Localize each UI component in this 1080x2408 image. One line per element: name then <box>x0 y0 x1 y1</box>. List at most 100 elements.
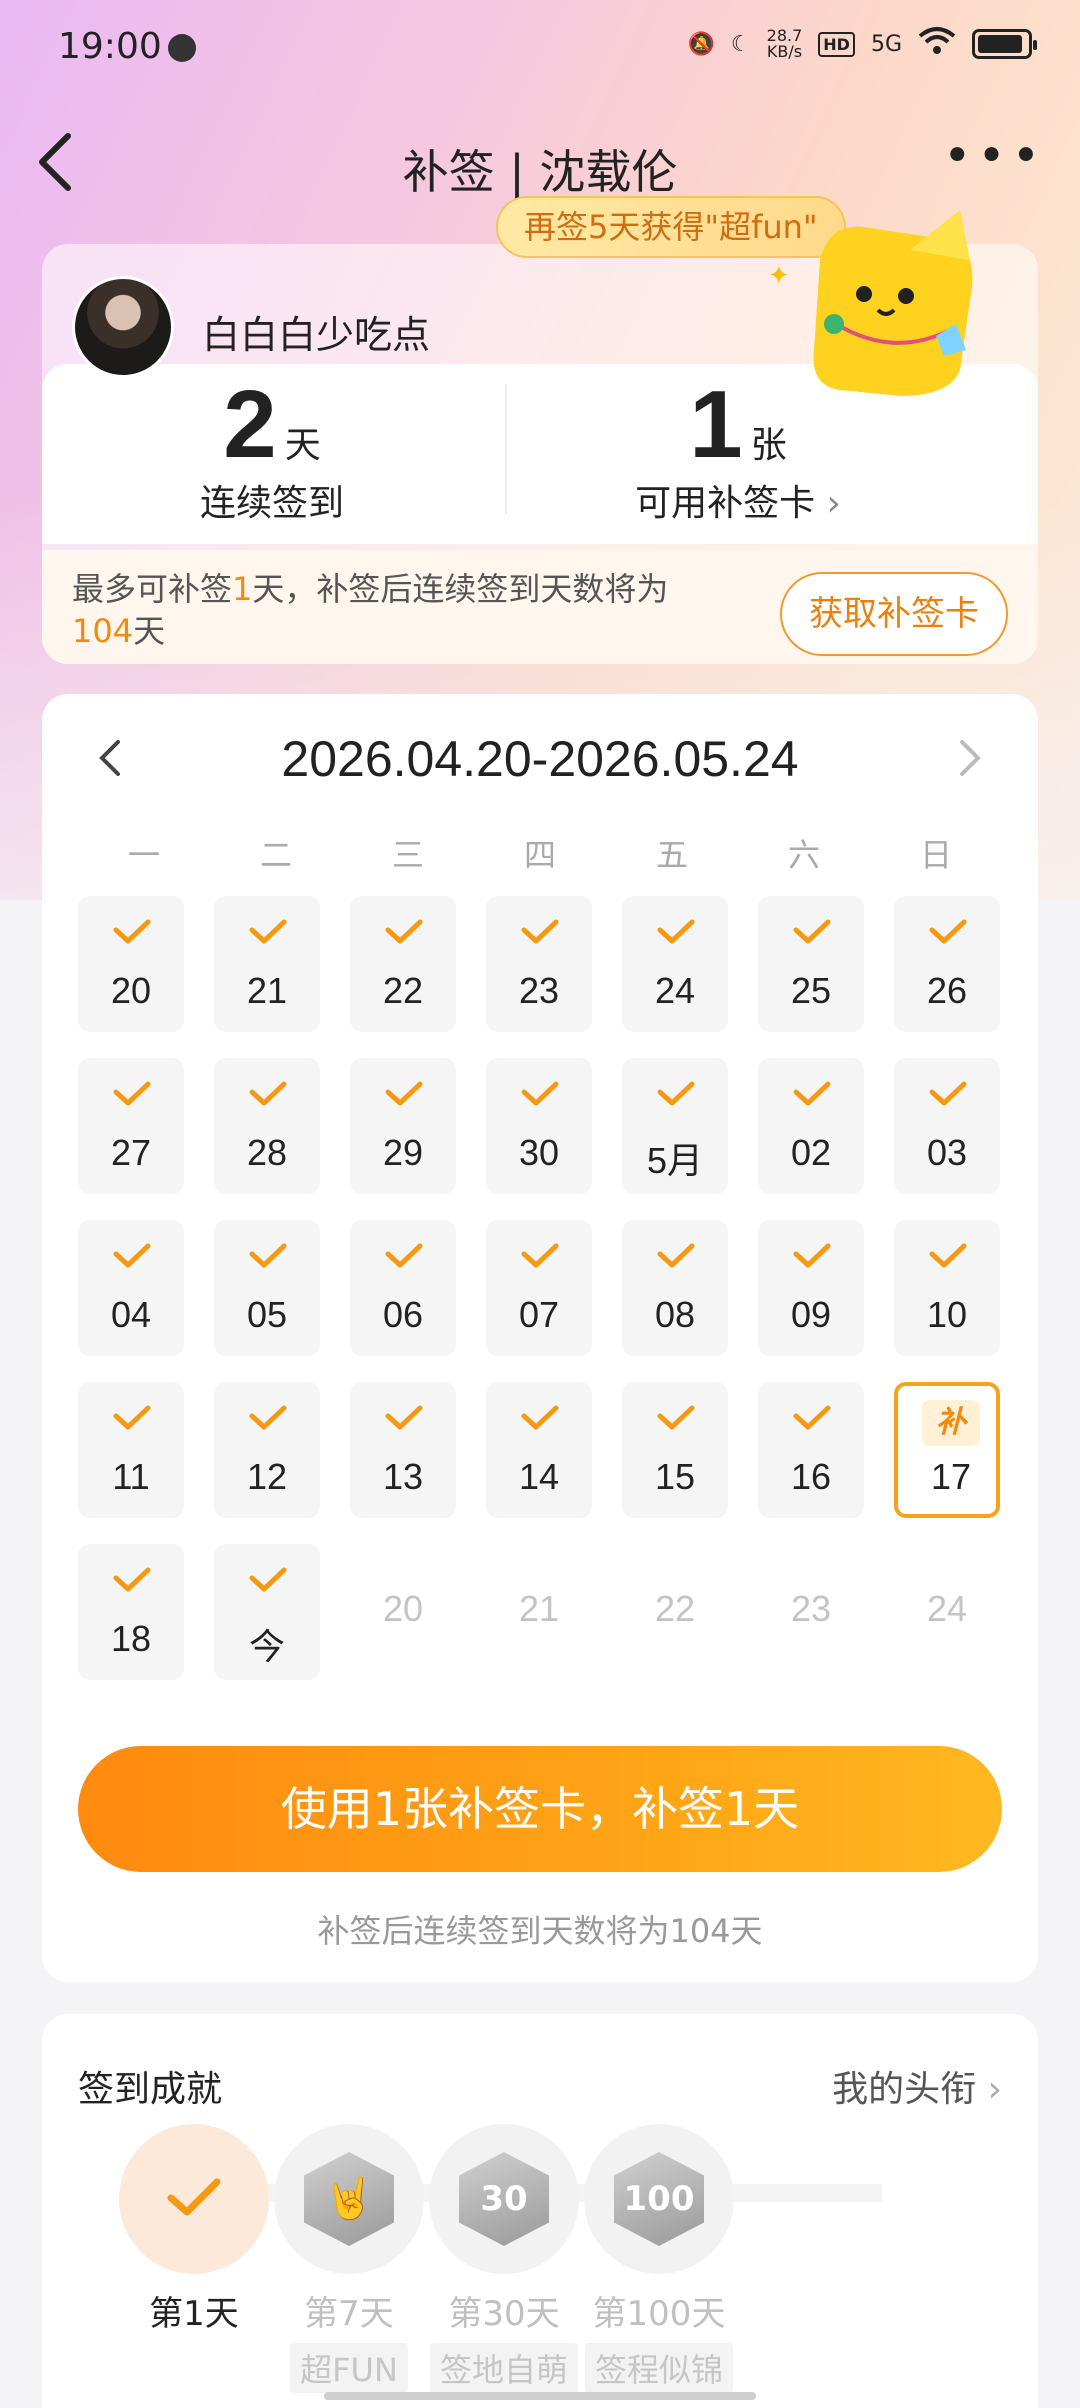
achievement-medal-icon: 30 <box>459 2152 549 2246</box>
my-titles-link[interactable]: 我的头衔 › <box>832 2060 1002 2112</box>
get-makeup-card-button[interactable]: 获取补签卡 <box>780 572 1008 656</box>
username: 白白白少吃点 <box>202 313 431 357</box>
calendar-day-future: 24 <box>894 1544 1000 1680</box>
calendar-day-label: 12 <box>246 1456 288 1497</box>
calendar-day-label: 15 <box>654 1456 696 1497</box>
calendar-day-label: 09 <box>790 1294 832 1335</box>
calendar-day-signed[interactable]: 06 <box>350 1220 456 1356</box>
calendar-day-signed[interactable]: 05 <box>214 1220 320 1356</box>
makeup-badge: 补 <box>922 1400 980 1446</box>
calendar-day-signed[interactable]: 10 <box>894 1220 1000 1356</box>
calendar-day-signed[interactable]: 09 <box>758 1220 864 1356</box>
use-makeup-card-button[interactable]: 使用1张补签卡，补签1天 <box>78 1746 1002 1872</box>
avatar[interactable] <box>72 276 174 378</box>
calendar-day-label: 20 <box>382 1588 424 1629</box>
calendar-day-label: 23 <box>790 1588 832 1629</box>
next-period-button[interactable] <box>956 738 984 788</box>
weekday-label: 三 <box>391 836 424 874</box>
check-icon <box>350 1076 456 1116</box>
calendar-day-signed[interactable]: 02 <box>758 1058 864 1194</box>
check-icon <box>622 1238 728 1278</box>
wifi-icon <box>918 26 956 62</box>
check-icon <box>214 1562 320 1602</box>
status-time: 19:00 <box>58 26 162 67</box>
calendar-day-signed[interactable]: 13 <box>350 1382 456 1518</box>
calendar-day-signed[interactable]: 25 <box>758 896 864 1032</box>
calendar-day-label: 25 <box>790 970 832 1011</box>
mute-icon: 🔕 <box>687 31 715 57</box>
weekday-label: 六 <box>787 836 820 874</box>
calendar-grid: 20 21 22 23 24 25 26 27 28 29 30 5月 02 03 04 05 06 07 08 09… <box>78 896 1002 1680</box>
check-icon <box>78 1076 184 1116</box>
streak-stat: 2天 连续签到 <box>42 370 502 526</box>
check-icon <box>486 1238 592 1278</box>
achievement-medal-icon: 🤘 <box>304 2152 394 2246</box>
calendar-day-signed[interactable]: 5月 <box>622 1058 728 1194</box>
streak-value: 2 <box>223 371 277 478</box>
check-icon <box>758 914 864 954</box>
calendar-day-label: 08 <box>654 1294 696 1335</box>
calendar-day-label: 10 <box>926 1294 968 1335</box>
moon-icon: ☾ <box>730 31 751 57</box>
check-icon <box>758 1238 864 1278</box>
calendar-day-signed[interactable]: 29 <box>350 1058 456 1194</box>
hd-icon: HD <box>818 31 855 57</box>
achievement-locked-badge: 30 <box>429 2124 579 2274</box>
achievement-day: 第1天 <box>149 2294 239 2334</box>
check-icon <box>894 1076 1000 1116</box>
calendar-day-signed[interactable]: 23 <box>486 896 592 1032</box>
achievement-day: 第100天 <box>592 2294 726 2334</box>
more-menu-button[interactable]: ••• <box>943 132 1046 180</box>
check-icon <box>486 1400 592 1440</box>
cards-value: 1 <box>689 371 743 478</box>
chevron-right-icon: › <box>815 483 841 524</box>
calendar-day-label: 21 <box>246 970 288 1011</box>
calendar-day-signed[interactable]: 24 <box>622 896 728 1032</box>
calendar-day-signed[interactable]: 21 <box>214 896 320 1032</box>
calendar-day-signed[interactable]: 26 <box>894 896 1000 1032</box>
makeup-info-text: 最多可补签1天，补签后连续签到天数将为 104天 <box>72 570 669 650</box>
calendar-day-signed[interactable]: 12 <box>214 1382 320 1518</box>
calendar-day-label: 13 <box>382 1456 424 1497</box>
calendar-day-signed[interactable]: 28 <box>214 1058 320 1194</box>
achievement-day: 第7天 <box>304 2294 394 2334</box>
achievement-item[interactable]: 30 第30天签地自萌 <box>429 2124 579 2393</box>
calendar-day-signed[interactable]: 07 <box>486 1220 592 1356</box>
achievement-item[interactable]: 100 第100天 签程似锦 <box>584 2124 734 2393</box>
weekday-label: 日 <box>919 836 952 874</box>
calendar-day-signed[interactable]: 30 <box>486 1058 592 1194</box>
svg-text:✦: ✦ <box>768 261 790 291</box>
calendar-day-signed[interactable]: 11 <box>78 1382 184 1518</box>
calendar-day-signed[interactable]: 27 <box>78 1058 184 1194</box>
calendar-day-label: 26 <box>926 970 968 1011</box>
achievements-title: 签到成就 <box>78 2069 223 2110</box>
calendar-day-signed[interactable]: 今 <box>214 1544 320 1680</box>
achievement-done-badge <box>119 2124 269 2274</box>
home-indicator[interactable] <box>324 2392 756 2400</box>
calendar-day-signed[interactable]: 20 <box>78 896 184 1032</box>
weekday-label: 二 <box>259 836 292 874</box>
calendar-day-label: 5月 <box>646 1140 704 1181</box>
calendar-day-signed[interactable]: 03 <box>894 1058 1000 1194</box>
achievement-item[interactable]: 第1天 <box>119 2124 269 2335</box>
calendar-day-signed[interactable]: 18 <box>78 1544 184 1680</box>
achievement-title-tag: 签地自萌 <box>429 2343 578 2393</box>
calendar-day-signed[interactable]: 14 <box>486 1382 592 1518</box>
calendar-card: 2026.04.20-2026.05.24 一 二 三 四 五 六 日 20 21 22 23 24… <box>42 694 1038 1982</box>
achievement-title-tag: 签程似锦 <box>584 2343 733 2393</box>
calendar-day-label: 29 <box>382 1132 424 1173</box>
weekday-label: 一 <box>127 836 160 874</box>
notification-icon <box>168 34 196 62</box>
calendar-day-signed[interactable]: 04 <box>78 1220 184 1356</box>
calendar-day-future: 20 <box>350 1544 456 1680</box>
chevron-right-icon <box>960 740 981 776</box>
calendar-day-signed[interactable]: 22 <box>350 896 456 1032</box>
achievement-item[interactable]: 🤘 第7天 超FUN <box>274 2124 424 2393</box>
calendar-day-label: 06 <box>382 1294 424 1335</box>
calendar-day-signed[interactable]: 16 <box>758 1382 864 1518</box>
calendar-day-makeup[interactable]: 补 17 <box>894 1382 1000 1518</box>
calendar-day-signed[interactable]: 08 <box>622 1220 728 1356</box>
achievement-day: 第30天 <box>448 2294 560 2334</box>
calendar-day-signed[interactable]: 15 <box>622 1382 728 1518</box>
check-icon <box>622 914 728 954</box>
